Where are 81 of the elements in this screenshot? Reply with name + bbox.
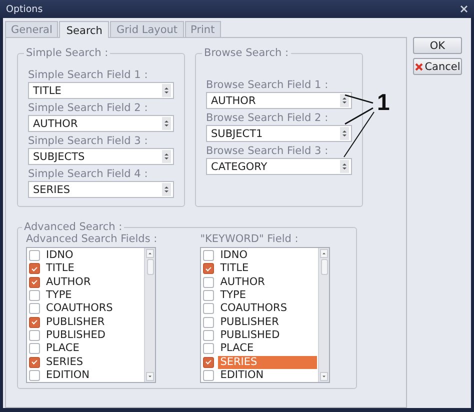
dropdown[interactable]: CATEGORY bbox=[206, 158, 352, 175]
list-item[interactable]: TYPE bbox=[44, 289, 143, 302]
list-title: Advanced Search Fields : bbox=[26, 233, 158, 246]
spinner-icon bbox=[340, 127, 349, 140]
dropdown[interactable]: SERIES bbox=[28, 181, 174, 198]
checkbox[interactable] bbox=[29, 330, 40, 341]
scrollbar[interactable] bbox=[318, 248, 330, 382]
dropdown[interactable]: SUBJECT1 bbox=[206, 125, 352, 142]
list-item[interactable]: AUTHOR bbox=[218, 276, 318, 289]
dropdown[interactable]: TITLE bbox=[28, 82, 174, 99]
close-icon[interactable] bbox=[460, 5, 468, 13]
checkbox[interactable] bbox=[29, 356, 40, 368]
scroll-down-icon[interactable] bbox=[320, 372, 328, 381]
spinner-icon bbox=[162, 150, 171, 163]
list-item[interactable]: PLACE bbox=[218, 342, 318, 356]
leader-line bbox=[344, 94, 374, 104]
list-item[interactable]: PUBLISHER bbox=[218, 316, 318, 329]
checkbox[interactable] bbox=[203, 370, 214, 381]
list-item[interactable]: PLACE bbox=[44, 342, 143, 356]
spinner-icon bbox=[340, 160, 349, 173]
checkbox[interactable] bbox=[203, 343, 214, 354]
list-title: "KEYWORD" Field : bbox=[200, 233, 300, 246]
spinner-icon bbox=[162, 183, 171, 196]
field-label: Simple Search Field 2 : bbox=[28, 102, 149, 115]
field-label: Browse Search Field 1 : bbox=[206, 79, 330, 92]
list-item[interactable]: PUBLISHER bbox=[44, 316, 143, 329]
dropdown[interactable]: AUTHOR bbox=[206, 92, 352, 109]
scroll-thumb[interactable] bbox=[320, 259, 328, 275]
group-title: Simple Search : bbox=[25, 47, 110, 59]
scrollbar[interactable] bbox=[144, 248, 155, 382]
scroll-up-icon[interactable] bbox=[320, 249, 328, 258]
list-item[interactable]: TYPE bbox=[218, 289, 318, 302]
ok-button[interactable]: OK bbox=[413, 37, 462, 54]
callout-number: 1 bbox=[377, 89, 390, 115]
list-item[interactable]: PUBLISHED bbox=[44, 328, 143, 342]
checkbox[interactable] bbox=[29, 276, 40, 288]
checkbox[interactable] bbox=[203, 263, 214, 274]
checkbox[interactable] bbox=[203, 303, 214, 314]
checkbox[interactable] bbox=[29, 290, 40, 302]
list-item[interactable]: AUTHOR bbox=[44, 276, 143, 289]
list-item[interactable]: SERIES bbox=[44, 356, 143, 369]
checkbox[interactable] bbox=[203, 330, 214, 341]
checkbox[interactable] bbox=[203, 316, 214, 328]
tab[interactable]: Search bbox=[59, 21, 110, 38]
checkbox[interactable] bbox=[29, 316, 40, 328]
checkbox[interactable] bbox=[29, 343, 40, 354]
window-title: Options bbox=[6, 4, 43, 14]
spinner-icon bbox=[340, 94, 349, 107]
cancel-button[interactable]: Cancel bbox=[413, 58, 462, 75]
checkbox[interactable] bbox=[203, 356, 214, 368]
dropdown[interactable]: AUTHOR bbox=[28, 115, 174, 132]
field-label: Browse Search Field 3 : bbox=[206, 145, 330, 158]
checkbox[interactable] bbox=[29, 370, 40, 381]
list-item[interactable]: PUBLISHED bbox=[218, 328, 318, 342]
field-label: Simple Search Field 3 : bbox=[28, 135, 149, 148]
checkbox[interactable] bbox=[29, 263, 40, 274]
cross-icon bbox=[414, 62, 423, 70]
list-item[interactable]: TITLE bbox=[44, 262, 143, 276]
checkbox[interactable] bbox=[203, 276, 214, 288]
list-item[interactable]: IDNO bbox=[218, 249, 318, 262]
list-item[interactable]: EDITION bbox=[218, 368, 318, 382]
scroll-thumb[interactable] bbox=[146, 259, 154, 275]
scroll-down-icon[interactable] bbox=[146, 372, 154, 381]
checkbox[interactable] bbox=[203, 290, 214, 302]
scroll-up-icon[interactable] bbox=[146, 249, 154, 258]
field-label: Simple Search Field 1 : bbox=[28, 69, 149, 82]
list-item[interactable]: TITLE bbox=[218, 262, 318, 276]
field-label: Browse Search Field 2 : bbox=[206, 112, 330, 125]
spinner-icon bbox=[162, 117, 171, 130]
list-item[interactable]: EDITION bbox=[44, 368, 143, 382]
group-title: Advanced Search : bbox=[23, 221, 124, 233]
list-item[interactable]: COAUTHORS bbox=[218, 302, 318, 316]
list-item[interactable]: IDNO bbox=[44, 249, 143, 262]
checkbox[interactable] bbox=[29, 250, 40, 262]
list-item[interactable]: COAUTHORS bbox=[44, 302, 143, 316]
dropdown[interactable]: SUBJECTS bbox=[28, 148, 174, 165]
checkbox[interactable] bbox=[203, 250, 214, 262]
checkbox[interactable] bbox=[29, 303, 40, 314]
group-title: Browse Search : bbox=[203, 47, 290, 59]
spinner-icon bbox=[162, 84, 171, 97]
field-label: Simple Search Field 4 : bbox=[28, 168, 149, 181]
